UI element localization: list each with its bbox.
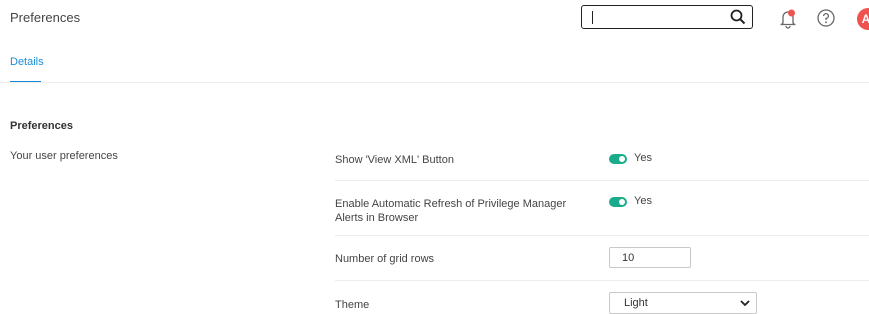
view-xml-toggle[interactable] [609, 154, 627, 164]
search-icon[interactable] [730, 9, 746, 25]
chevron-down-icon [740, 300, 750, 307]
auto-refresh-toggle[interactable] [609, 197, 627, 207]
theme-select-value: Light [624, 297, 648, 309]
section-title: Preferences [10, 120, 73, 132]
row-divider [335, 280, 869, 281]
avatar[interactable]: A [857, 8, 869, 30]
setting-label-view-xml: Show 'View XML' Button [335, 154, 454, 166]
setting-label-theme: Theme [335, 299, 370, 311]
notification-dot [788, 9, 795, 17]
section-description: Your user preferences [10, 150, 118, 162]
grid-rows-input[interactable] [609, 247, 691, 268]
setting-label-grid-rows: Number of grid rows [335, 253, 435, 265]
theme-select[interactable]: Light [609, 292, 757, 314]
page-title: Preferences [10, 10, 81, 25]
help-icon[interactable] [817, 9, 835, 27]
row-divider [335, 180, 869, 181]
auto-refresh-toggle-text: Yes [634, 195, 652, 207]
setting-label-auto-refresh: Enable Automatic Refresh of Privilege Ma… [335, 198, 567, 224]
search-box[interactable] [581, 5, 753, 29]
row-divider [335, 235, 869, 236]
search-input[interactable] [588, 9, 718, 25]
tab-details[interactable]: Details [10, 56, 44, 68]
tab-divider [0, 82, 869, 83]
text-caret [592, 11, 593, 24]
view-xml-toggle-text: Yes [634, 152, 652, 164]
bell-icon[interactable] [779, 9, 797, 29]
